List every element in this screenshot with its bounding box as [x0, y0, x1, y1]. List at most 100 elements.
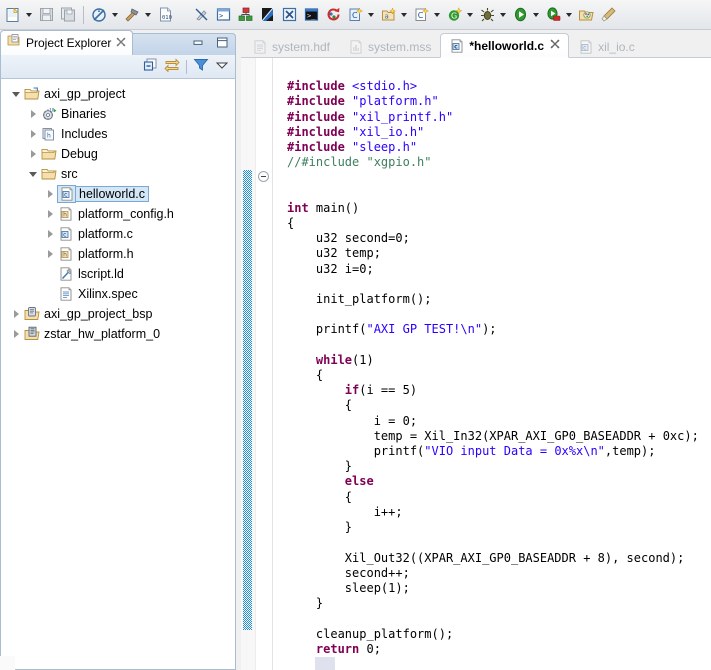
chevron-down-icon[interactable]	[23, 5, 34, 25]
save-button[interactable]	[35, 2, 57, 28]
chevron-down-icon[interactable]	[142, 5, 153, 25]
close-icon[interactable]	[116, 34, 126, 52]
maximize-icon[interactable]	[215, 36, 229, 54]
red-refresh-icon	[323, 5, 343, 25]
new-app-project-button[interactable]: a	[377, 2, 410, 28]
profile-button[interactable]	[542, 2, 575, 28]
tree-twisty-closed[interactable]	[43, 224, 57, 244]
code-token-k: while	[315, 352, 353, 367]
skip-breakpoints-button[interactable]	[88, 2, 121, 28]
crossed-pencil-icon	[191, 5, 211, 25]
changed-lines-bar	[243, 170, 252, 630]
tree-item-axi-gp-project[interactable]: axi_gp_project	[1, 84, 235, 104]
tree-twisty-closed[interactable]	[9, 324, 23, 344]
debug-button[interactable]	[476, 2, 509, 28]
profile-icon	[543, 5, 563, 25]
customize-perspective-button[interactable]	[597, 2, 619, 28]
fold-collapse-marker[interactable]	[258, 171, 269, 182]
code-token-cm: //#include "xgpio.h"	[287, 155, 432, 170]
code-token-pp: #include	[287, 140, 353, 155]
editor-tab-system-hdf[interactable]: system.hdf	[243, 34, 339, 58]
tab-project-explorer[interactable]: Project Explorer	[0, 30, 134, 55]
project-explorer-toolbar	[0, 55, 236, 79]
scrollbar-thumb[interactable]	[315, 656, 335, 670]
bug-icon	[477, 5, 497, 25]
tree-twisty-open[interactable]	[9, 84, 23, 104]
run-button[interactable]	[509, 2, 542, 28]
tree-item-helloworld-c[interactable]: c helloworld.c	[1, 184, 235, 204]
code-token-pl: i = 0;	[373, 413, 418, 428]
code-token-pl: }	[344, 520, 353, 535]
new-c-file-button[interactable]: C	[410, 2, 443, 28]
tree-twisty-closed[interactable]	[26, 104, 40, 124]
tree-item-zstar-hw-platform-0[interactable]: zstar_hw_platform_0	[1, 324, 235, 344]
chevron-down-icon[interactable]	[464, 5, 475, 25]
tree-twisty-closed[interactable]	[26, 144, 40, 164]
tree-twisty-closed[interactable]	[43, 244, 57, 264]
tree-item-platform-h[interactable]: h platform.h	[1, 244, 235, 264]
editor-tab-system-mss[interactable]: system.mss	[339, 34, 440, 58]
tree-item-includes[interactable]: h Includes	[1, 124, 235, 144]
svg-text:>_: >_	[219, 12, 228, 20]
xsct-console-button[interactable]	[256, 2, 278, 28]
minimize-icon[interactable]	[191, 36, 205, 54]
collapse-all-icon[interactable]	[143, 57, 158, 77]
tree-item-src[interactable]: src	[1, 164, 235, 184]
tree-twisty-closed[interactable]	[26, 124, 40, 144]
tree-item-label: Includes	[61, 127, 108, 141]
chevron-down-icon[interactable]	[109, 5, 120, 25]
filter-funnel-icon[interactable]	[193, 57, 209, 77]
tree-item-binaries[interactable]: 10 Binaries	[1, 104, 235, 124]
tree-item-platform-c[interactable]: c platform.c	[1, 224, 235, 244]
project-explorer-icon	[7, 33, 22, 53]
save-all-button[interactable]	[57, 2, 79, 28]
binary-editor-button[interactable]: 010	[154, 2, 176, 28]
tree-twisty-closed[interactable]	[9, 304, 23, 324]
tree-item-label: lscript.ld	[78, 267, 124, 281]
editor-tab-xil-io-c[interactable]: c xil_io.c	[569, 34, 644, 58]
project-tree[interactable]: axi_gp_project 10 Binaries h Includes Debug sr…	[0, 79, 236, 670]
chevron-down-icon[interactable]	[365, 5, 376, 25]
chevron-down-icon[interactable]	[497, 5, 508, 25]
folding-ruler[interactable]	[256, 58, 272, 670]
svg-text:>_: >_	[307, 12, 316, 20]
toggle-markers-button[interactable]	[190, 2, 212, 28]
tree-item-lscript-ld[interactable]: lscript.ld	[1, 264, 235, 284]
tree-twisty-closed[interactable]	[43, 184, 57, 204]
tree-twisty-open[interactable]	[26, 164, 40, 184]
horizontal-scrollbar[interactable]	[273, 656, 711, 670]
build-button[interactable]	[121, 2, 154, 28]
tree-twisty-closed[interactable]	[43, 204, 57, 224]
code-token-pl: }	[344, 459, 353, 474]
code-token-pl: 0;	[359, 641, 381, 656]
tree-item-debug[interactable]: Debug	[1, 144, 235, 164]
editor-tab-helloworld-c[interactable]: c *helloworld.c	[440, 33, 570, 58]
tree-item-xilinx-spec[interactable]: Xilinx.spec	[1, 284, 235, 304]
green-play-icon	[510, 5, 530, 25]
new-bsp-button[interactable]: G	[443, 2, 476, 28]
tree-item-platform-config-h[interactable]: h platform_config.h	[1, 204, 235, 224]
chevron-down-icon[interactable]	[398, 5, 409, 25]
refresh-button[interactable]	[322, 2, 344, 28]
code-token-pl: cleanup_platform();	[315, 626, 454, 641]
svg-text:c: c	[454, 43, 458, 50]
new-button[interactable]	[2, 2, 35, 28]
chevron-down-icon[interactable]	[563, 5, 574, 25]
program-fpga-button[interactable]	[234, 2, 256, 28]
new-c-project-button[interactable]: C	[344, 2, 377, 28]
launch-shell-button[interactable]: >_	[300, 2, 322, 28]
chevron-down-icon[interactable]	[530, 5, 541, 25]
source-code-area[interactable]: #include <stdio.h> #include "platform.h"…	[272, 58, 711, 670]
terminal-button[interactable]: >_	[212, 2, 234, 28]
chevron-down-icon[interactable]	[431, 5, 442, 25]
change-ruler[interactable]	[241, 58, 256, 670]
link-editor-icon[interactable]	[164, 57, 180, 77]
close-icon[interactable]	[550, 39, 560, 52]
chevron-down-icon[interactable]	[215, 58, 229, 76]
xilinx-tools-button[interactable]	[278, 2, 300, 28]
open-perspective-button[interactable]	[575, 2, 597, 28]
a-new-icon: a	[378, 5, 398, 25]
hammer-build-icon	[122, 5, 142, 25]
tree-item-axi-gp-project-bsp[interactable]: axi_gp_project_bsp	[1, 304, 235, 324]
svg-text:h: h	[47, 132, 51, 139]
